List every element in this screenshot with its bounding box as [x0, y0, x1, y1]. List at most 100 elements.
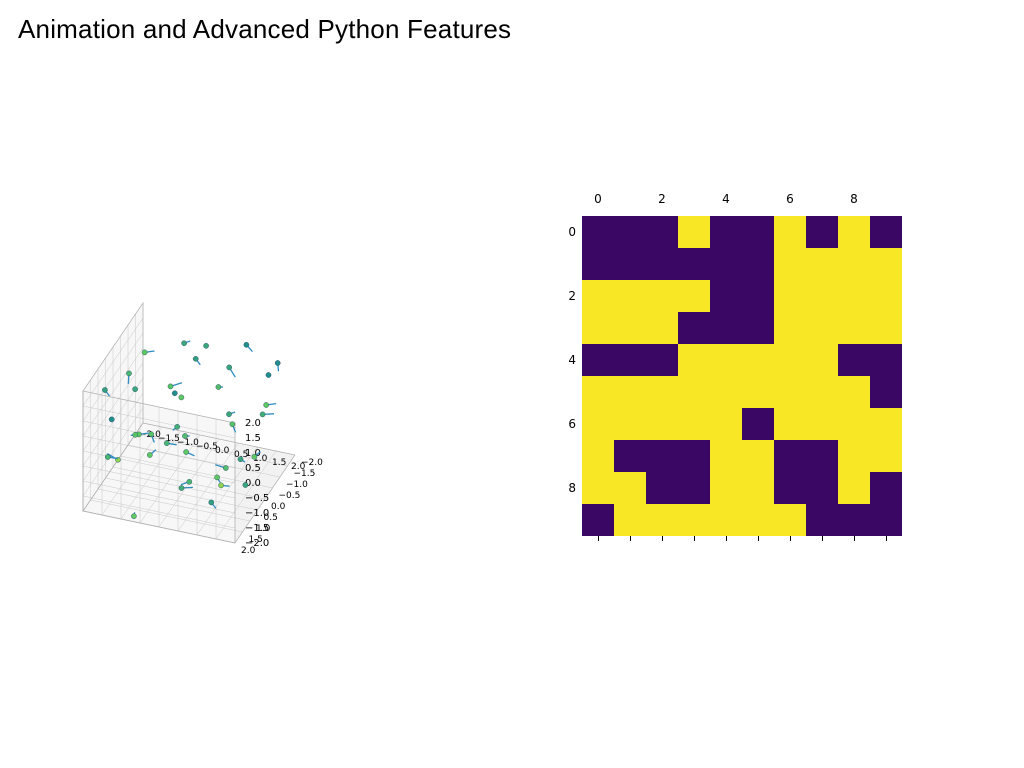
heatmap-cell [710, 344, 742, 376]
heatmap-cell [870, 344, 902, 376]
heatmap-xtick: 4 [722, 192, 730, 206]
heatmap-cell [806, 344, 838, 376]
heatmap-ytick: 8 [568, 481, 576, 495]
heatmap-cell [870, 440, 902, 472]
heatmap-btick [758, 536, 759, 541]
heatmap-cell [678, 344, 710, 376]
heatmap-cell [678, 440, 710, 472]
heatmap-cell [806, 376, 838, 408]
heatmap-cell [710, 280, 742, 312]
heatmap-cell [774, 472, 806, 504]
heatmap-cell [838, 248, 870, 280]
heatmap-cell [614, 472, 646, 504]
heatmap-cell [678, 504, 710, 536]
heatmap-cell [806, 408, 838, 440]
heatmap-cell [742, 504, 774, 536]
heatmap-btick [694, 536, 695, 541]
heatmap-cell [646, 408, 678, 440]
heatmap-cell [582, 248, 614, 280]
heatmap-cell [582, 312, 614, 344]
heatmap-cell [838, 280, 870, 312]
heatmap-cell [806, 440, 838, 472]
heatmap-cell [710, 472, 742, 504]
heatmap-xtick: 2 [658, 192, 666, 206]
svg-text:1.5: 1.5 [245, 433, 261, 444]
heatmap-cell [742, 216, 774, 248]
heatmap-cell [582, 408, 614, 440]
heatmap-cell [742, 376, 774, 408]
heatmap-cell [838, 472, 870, 504]
heatmap-cell [774, 504, 806, 536]
heatmap-cell [838, 376, 870, 408]
heatmap-cell [774, 280, 806, 312]
heatmap-cell [678, 408, 710, 440]
heatmap-cell [710, 408, 742, 440]
heatmap-ytick: 2 [568, 289, 576, 303]
heatmap-cell [646, 440, 678, 472]
heatmap-cell [806, 312, 838, 344]
heatmap-cell [614, 312, 646, 344]
heatmap-cell [806, 280, 838, 312]
svg-text:−0.5: −0.5 [245, 493, 269, 504]
heatmap-cell [710, 376, 742, 408]
svg-text:−1.5: −1.5 [294, 469, 316, 479]
heatmap-cell [838, 312, 870, 344]
heatmap-cell [870, 248, 902, 280]
heatmap-btick [854, 536, 855, 541]
heatmap-cell [614, 376, 646, 408]
heatmap-cell [614, 216, 646, 248]
heatmap-cell [646, 312, 678, 344]
svg-text:−1.0: −1.0 [286, 480, 308, 490]
heatmap-cell [614, 408, 646, 440]
heatmap-ytick: 6 [568, 417, 576, 431]
heatmap-cell [582, 216, 614, 248]
svg-text:0.5: 0.5 [245, 463, 261, 474]
heatmap-cell [870, 376, 902, 408]
heatmap-cell [806, 472, 838, 504]
heatmap-cell [646, 280, 678, 312]
heatmap-cell [870, 408, 902, 440]
svg-text:0.0: 0.0 [215, 446, 230, 456]
heatmap-cell [838, 408, 870, 440]
heatmap-cell [742, 440, 774, 472]
heatmap-cell [774, 440, 806, 472]
heatmap-cell [774, 216, 806, 248]
heatmap-cell [742, 408, 774, 440]
heatmap-cell [710, 504, 742, 536]
svg-text:1.5: 1.5 [272, 458, 286, 468]
heatmap-cell [678, 216, 710, 248]
heatmap-btick [726, 536, 727, 541]
heatmap-cell [742, 248, 774, 280]
heatmap-cell [774, 312, 806, 344]
heatmap-cell [774, 344, 806, 376]
page-title: Animation and Advanced Python Features [18, 14, 511, 45]
heatmap-cell [806, 216, 838, 248]
heatmap-btick [886, 536, 887, 541]
heatmap-cell [646, 248, 678, 280]
heatmap-cell [774, 376, 806, 408]
heatmap-cell [838, 344, 870, 376]
svg-text:−2.0: −2.0 [301, 458, 323, 468]
heatmap-cell [742, 472, 774, 504]
heatmap-cell [678, 376, 710, 408]
heatmap-cell [614, 248, 646, 280]
heatmap-cell [806, 248, 838, 280]
heatmap-cell [742, 344, 774, 376]
heatmap-cell [646, 504, 678, 536]
chart-heatmap: 02468 02468 [560, 192, 920, 546]
heatmap-cell [614, 504, 646, 536]
heatmap-cell [646, 344, 678, 376]
heatmap-cell [582, 280, 614, 312]
heatmap-btick [598, 536, 599, 541]
heatmap-cell [582, 376, 614, 408]
heatmap-btick [822, 536, 823, 541]
svg-text:−0.5: −0.5 [279, 491, 301, 501]
heatmap-cell [710, 216, 742, 248]
heatmap-cell [806, 504, 838, 536]
heatmap-cell [774, 408, 806, 440]
heatmap-xtick: 8 [850, 192, 858, 206]
heatmap-ytick: 4 [568, 353, 576, 367]
heatmap-cell [678, 312, 710, 344]
heatmap-btick [790, 536, 791, 541]
heatmap-cell [614, 344, 646, 376]
